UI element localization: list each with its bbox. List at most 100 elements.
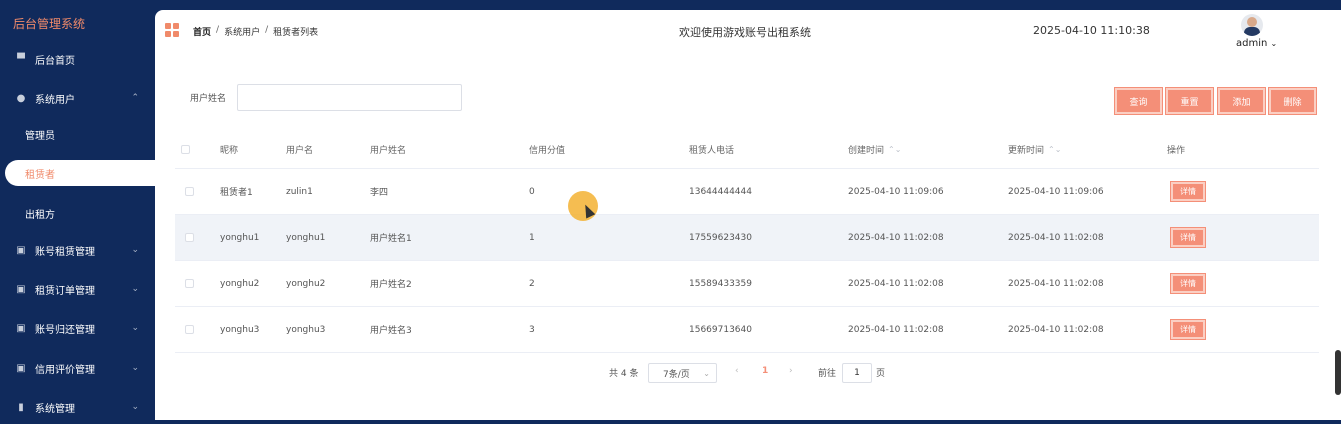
prev-page-button[interactable]: ‹ — [735, 366, 739, 376]
table-row: 租赁者1 zulin1 李四 0 13644444444 2025-04-10 … — [175, 169, 1319, 215]
next-page-button[interactable]: › — [789, 366, 793, 376]
reset-button[interactable]: 重置 — [1166, 88, 1213, 114]
cell-realname: 用户姓名2 — [370, 280, 412, 290]
cell-updated: 2025-04-10 11:02:08 — [1008, 232, 1104, 243]
detail-button[interactable]: 详情 — [1171, 274, 1205, 293]
table-row: yonghu1 yonghu1 用户姓名1 1 17559623430 2025… — [175, 215, 1319, 261]
chart-icon: ▣ — [16, 244, 26, 256]
monitor-icon: ▀ — [17, 53, 25, 65]
cell-created: 2025-04-10 11:02:08 — [848, 324, 944, 335]
delete-button[interactable]: 删除 — [1269, 88, 1316, 114]
chevron-down-icon: ⌄ — [131, 245, 139, 255]
breadcrumb-current: 租赁者列表 — [273, 28, 319, 38]
nav-system-users-label: 系统用户 — [35, 94, 75, 106]
cell-updated: 2025-04-10 11:02:08 — [1008, 278, 1104, 289]
goto-label: 前往 — [818, 369, 837, 379]
nav-credit-eval-label: 信用评价管理 — [35, 364, 95, 376]
nav-rental-orders[interactable]: ▣ 租赁订单管理 ⌄ — [0, 272, 155, 306]
breadcrumb-system-users[interactable]: 系统用户 — [224, 25, 260, 38]
cell-credit: 0 — [529, 186, 535, 197]
cell-phone: 15669713640 — [689, 324, 752, 335]
table-header: 昵称 用户名 用户姓名 信用分值 租赁人电话 创建时间 ⌃⌄ 更新时间 ⌃⌄ 操… — [175, 130, 1319, 169]
row-checkbox[interactable] — [185, 279, 194, 288]
chevron-down-icon: ⌄ — [1270, 39, 1278, 48]
current-page[interactable]: 1 — [762, 366, 768, 376]
page-size-select[interactable]: 7条/页 ⌄ — [648, 363, 717, 383]
cell-created: 2025-04-10 11:02:08 — [848, 278, 944, 289]
table-row: yonghu2 yonghu2 用户姓名2 2 15589433359 2025… — [175, 261, 1319, 307]
chevron-down-icon: ⌄ — [131, 363, 139, 373]
cell-credit: 2 — [529, 278, 535, 289]
row-checkbox[interactable] — [185, 233, 194, 242]
cell-username: yonghu1 — [286, 232, 326, 243]
main-panel: 首页 / 系统用户 / 租赁者列表 欢迎使用游戏账号出租系统 2025-04-1… — [155, 10, 1341, 420]
cell-realname: 李四 — [370, 188, 389, 198]
nav-account-rental[interactable]: ▣ 账号租赁管理 ⌄ — [0, 233, 155, 267]
chart-icon: ▣ — [16, 283, 26, 295]
cell-created: 2025-04-10 11:09:06 — [848, 186, 944, 197]
avatar[interactable] — [1241, 14, 1263, 36]
row-checkbox[interactable] — [185, 187, 194, 196]
detail-button[interactable]: 详情 — [1171, 320, 1205, 339]
cell-realname: 用户姓名1 — [370, 234, 412, 244]
cell-nickname: yonghu1 — [220, 232, 260, 243]
search-input[interactable] — [237, 84, 462, 111]
breadcrumb: 首页 / 系统用户 / 租赁者列表 — [193, 25, 318, 38]
goto-page-input[interactable]: 1 — [842, 363, 872, 383]
chevron-down-icon: ⌄ — [131, 284, 139, 294]
nav-sub-tenant[interactable]: 租赁者 — [5, 160, 170, 186]
cell-updated: 2025-04-10 11:09:06 — [1008, 186, 1104, 197]
user-menu[interactable]: admin ⌄ — [1236, 38, 1277, 49]
nav-home-label: 后台首页 — [35, 55, 75, 67]
col-created[interactable]: 创建时间 ⌃⌄ — [848, 130, 901, 168]
cell-credit: 1 — [529, 232, 535, 243]
col-realname: 用户姓名 — [370, 145, 407, 156]
col-nickname: 昵称 — [220, 145, 239, 156]
cell-realname: 用户姓名3 — [370, 326, 412, 336]
grid-menu-icon[interactable] — [165, 23, 179, 37]
sidebar: 后台管理系统 ▀ 后台首页 ● 系统用户 ⌃ 管理员 租赁者 出租方 ▣ 账号租… — [0, 0, 170, 420]
cell-created: 2025-04-10 11:02:08 — [848, 232, 944, 243]
breadcrumb-separator: / — [216, 25, 220, 35]
cell-username: zulin1 — [286, 186, 313, 197]
nav-system-mgmt[interactable]: ▮ 系统管理 ⌄ — [0, 390, 155, 424]
nav-sub-lessor[interactable]: 出租方 — [0, 198, 155, 228]
scrollbar[interactable] — [1335, 350, 1341, 395]
breadcrumb-home[interactable]: 首页 — [193, 25, 211, 38]
col-phone: 租赁人电话 — [689, 145, 735, 156]
cell-username: yonghu3 — [286, 324, 326, 335]
nav-system-users[interactable]: ● 系统用户 ⌃ — [0, 81, 155, 115]
query-button[interactable]: 查询 — [1115, 88, 1162, 114]
cell-updated: 2025-04-10 11:02:08 — [1008, 324, 1104, 335]
detail-button[interactable]: 详情 — [1171, 182, 1205, 201]
chevron-down-icon: ⌄ — [131, 402, 139, 412]
cell-nickname: 租赁者1 — [220, 188, 253, 198]
cell-nickname: yonghu3 — [220, 324, 260, 335]
sort-icon[interactable]: ⌃⌄ — [1048, 145, 1061, 154]
nav-account-return-label: 账号归还管理 — [35, 324, 95, 336]
sort-icon[interactable]: ⌃⌄ — [888, 145, 901, 154]
pagination-total: 共 4 条 — [609, 369, 639, 379]
nav-home[interactable]: ▀ 后台首页 — [0, 42, 155, 76]
col-updated[interactable]: 更新时间 ⌃⌄ — [1008, 130, 1061, 168]
nav-sub-admin[interactable]: 管理员 — [0, 119, 155, 149]
col-credit: 信用分值 — [529, 145, 566, 156]
select-all-checkbox[interactable] — [181, 144, 190, 154]
chevron-up-icon: ⌃ — [131, 93, 139, 103]
bar-chart-icon: ▮ — [18, 401, 24, 413]
cell-phone: 13644444444 — [689, 186, 752, 197]
row-checkbox[interactable] — [185, 325, 194, 334]
nav-sub-tenant-label: 租赁者 — [25, 169, 55, 181]
chevron-down-icon: ⌄ — [703, 368, 710, 378]
nav-rental-orders-label: 租赁订单管理 — [35, 285, 95, 297]
add-button[interactable]: 添加 — [1218, 88, 1265, 114]
detail-button[interactable]: 详情 — [1171, 228, 1205, 247]
search-label: 用户姓名 — [190, 94, 227, 104]
cell-credit: 3 — [529, 324, 535, 335]
nav-account-return[interactable]: ▣ 账号归还管理 ⌄ — [0, 311, 155, 345]
current-datetime: 2025-04-10 11:10:38 — [1033, 24, 1150, 37]
chart-icon: ▣ — [16, 322, 26, 334]
nav-credit-eval[interactable]: ▣ 信用评价管理 ⌄ — [0, 351, 155, 385]
nav-account-rental-label: 账号租赁管理 — [35, 246, 95, 258]
table-row: yonghu3 yonghu3 用户姓名3 3 15669713640 2025… — [175, 307, 1319, 353]
